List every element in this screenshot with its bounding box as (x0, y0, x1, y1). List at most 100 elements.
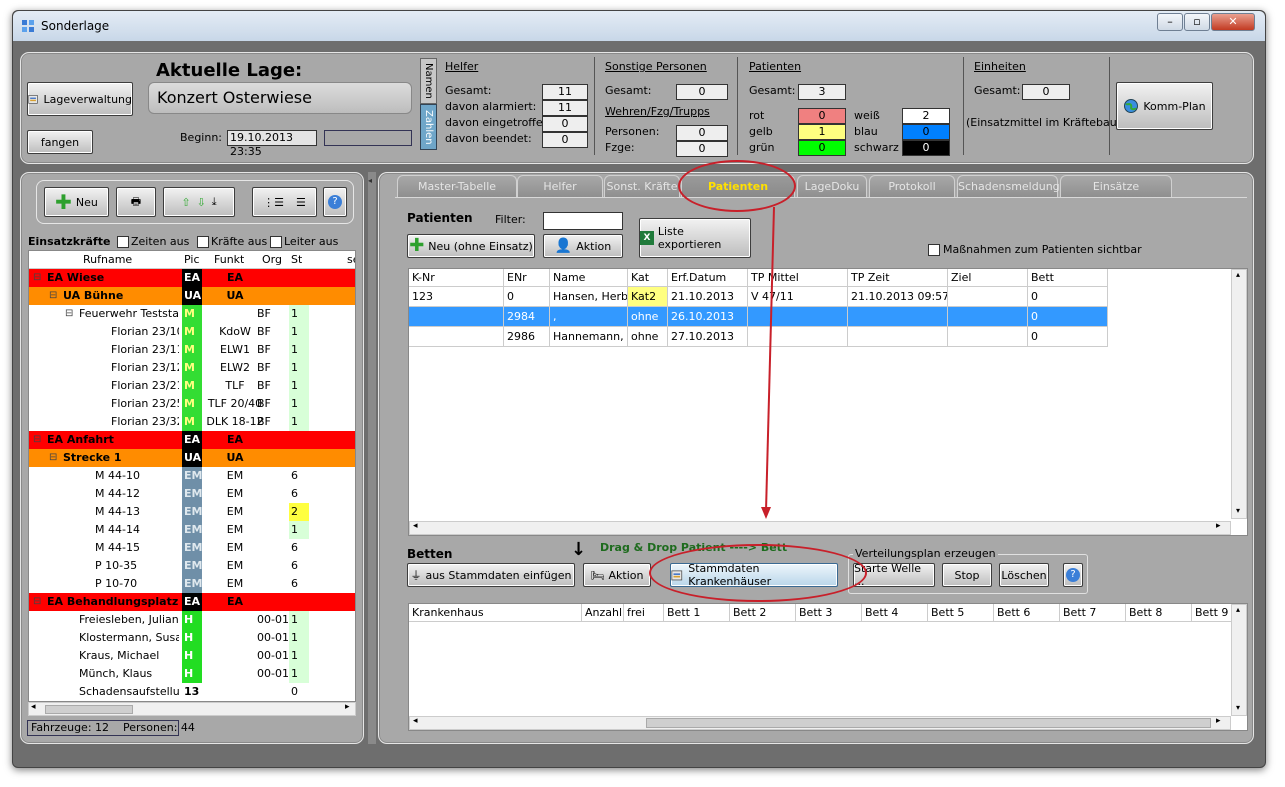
tree-row[interactable]: M 44-10 EM EM 6 (29, 467, 355, 485)
tree-row[interactable]: M 44-12 EM EM 6 (29, 485, 355, 503)
col-rufname[interactable]: Rufname (83, 251, 132, 269)
tab-lagedoku[interactable]: LageDoku (797, 175, 867, 197)
tree-row[interactable]: M 44-15 EM EM 6 (29, 539, 355, 557)
neu-button[interactable]: ✚ Neu (44, 187, 109, 217)
move-buttons[interactable]: ⇧ ⇩ ⤓ (163, 187, 235, 217)
betten-col-header[interactable]: Bett 5 (928, 604, 994, 622)
scroll-down-icon[interactable]: ▾ (1236, 506, 1240, 515)
tree-row[interactable]: ⊟ UA Bühne UA UA (29, 287, 355, 305)
scroll-right-icon[interactable]: ▸ (345, 702, 350, 712)
patienten-col-header[interactable]: TP Zeit (848, 269, 948, 287)
betten-col-header[interactable]: Bett 2 (730, 604, 796, 622)
stop-button[interactable]: Stop (942, 563, 992, 587)
komm-plan-button[interactable]: Komm-Plan (1116, 82, 1213, 130)
tree-row[interactable]: ⊟ EA Behandlungsplatz EA EA (29, 593, 355, 611)
arrow-down-icon[interactable]: ⇩ (197, 196, 206, 209)
patienten-cell-ziel[interactable] (948, 287, 1028, 307)
betten-aktion-button[interactable]: 🛏 Aktion (583, 563, 651, 587)
betten-vscrollbar[interactable]: ▴ ▾ (1231, 604, 1247, 716)
patienten-cell-name[interactable]: , (550, 307, 628, 327)
tree-row[interactable]: Freiesleben, Juliane H 00-01 1 (29, 611, 355, 629)
patienten-cell-kat[interactable]: ohne (628, 307, 668, 327)
expand-icon[interactable]: ⊟ (65, 305, 73, 323)
help-button[interactable]: ? (323, 187, 347, 217)
tree-view-buttons[interactable]: ⋮☰ ☰ (252, 187, 317, 217)
patienten-cell-enr[interactable]: 2984 (504, 307, 550, 327)
expand-icon[interactable]: ⊟ (49, 287, 57, 305)
scroll-down-icon[interactable]: ▾ (1236, 703, 1240, 712)
patienten-col-header[interactable]: Ziel (948, 269, 1028, 287)
scroll-left-icon[interactable]: ◂ (413, 521, 418, 531)
filter-input[interactable] (543, 212, 623, 230)
tree-row[interactable]: Florian 23/11 M ELW1 BF 1 (29, 341, 355, 359)
patienten-cell-kat[interactable]: Kat2 (628, 287, 668, 307)
arrow-up-icon[interactable]: ⇧ (181, 196, 190, 209)
scroll-up-icon[interactable]: ▴ (1236, 270, 1240, 279)
tree-icon[interactable]: ⋮☰ (263, 196, 284, 209)
tree-row[interactable]: ⊟ Feuerwehr TeststadtM BF 1 (29, 305, 355, 323)
list-icon[interactable]: ☰ (296, 196, 306, 209)
col-pic[interactable]: Pic (184, 251, 200, 269)
patienten-cell-ziel[interactable] (948, 327, 1028, 347)
patienten-cell-datum[interactable]: 27.10.2013 (668, 327, 748, 347)
patienten-cell-bett[interactable]: 0 (1028, 307, 1108, 327)
patienten-grid[interactable]: K-Nr ENr Name Kat Erf.Datum TP Mittel TP Zeit Z… (408, 268, 1248, 536)
patienten-col-header[interactable]: Name (550, 269, 628, 287)
betten-col-header[interactable]: Bett 6 (994, 604, 1060, 622)
betten-hscrollbar[interactable]: ◂ ▸ (409, 716, 1231, 730)
tree-row[interactable]: Florian 23/10 M KdoW BF 1 (29, 323, 355, 341)
zahlen-tab[interactable]: Zahlen (420, 104, 437, 150)
splitter[interactable]: ◂ (368, 172, 376, 744)
patienten-cell-kat[interactable]: ohne (628, 327, 668, 347)
massnahmen-checkbox[interactable] (928, 244, 940, 256)
patient-aktion-button[interactable]: 👤 Aktion (543, 234, 623, 258)
patienten-cell-ziel[interactable] (948, 307, 1028, 327)
patienten-cell-tpzeit[interactable] (848, 327, 948, 347)
tree-row[interactable]: Münch, Klaus H 00-01 1 (29, 665, 355, 683)
tree-row[interactable]: P 10-70 EM EM 6 (29, 575, 355, 593)
tab-helfer[interactable]: Helfer (517, 175, 603, 197)
patienten-cell-knr[interactable]: 123 (409, 287, 504, 307)
scroll-right-icon[interactable]: ▸ (1216, 521, 1221, 531)
scroll-right-icon[interactable]: ▸ (1216, 716, 1221, 726)
col-org[interactable]: Org (262, 251, 282, 269)
tree-row[interactable]: M 44-14 EM EM 1 (29, 521, 355, 539)
patienten-vscrollbar[interactable]: ▴ ▾ (1231, 269, 1247, 519)
patienten-cell-knr[interactable] (409, 327, 504, 347)
tree-row[interactable]: Klostermann, SusanneH 00-011 (29, 629, 355, 647)
betten-grid[interactable]: Krankenhaus Anzahl frei Bett 1 Bett 2 Bett 3B… (408, 603, 1248, 731)
tab-sonst-kr-fte[interactable]: Sonst. Kräfte (604, 175, 680, 197)
patienten-col-header[interactable]: K-Nr (409, 269, 504, 287)
minimize-button[interactable]: – (1157, 13, 1183, 31)
patienten-cell-tpzeit[interactable]: 21.10.2013 09:57 (848, 287, 948, 307)
betten-col-header[interactable]: Krankenhaus (409, 604, 582, 622)
patienten-col-header[interactable]: Bett (1028, 269, 1108, 287)
collapse-icon[interactable]: ◂ (368, 176, 372, 185)
patienten-hscrollbar[interactable]: ◂ ▸ (409, 521, 1231, 535)
close-button[interactable]: ✕ (1211, 13, 1255, 31)
loeschen-button[interactable]: Löschen (999, 563, 1049, 587)
patienten-col-header[interactable]: ENr (504, 269, 550, 287)
col-se[interactable]: se (347, 251, 355, 269)
betten-col-header[interactable]: Anzahl (582, 604, 624, 622)
patienten-col-header[interactable]: Kat (628, 269, 668, 287)
liste-exportieren-button[interactable]: X Liste exportieren (639, 218, 751, 258)
patienten-col-header[interactable]: Erf.Datum (668, 269, 748, 287)
fangen-button[interactable]: fangen (27, 130, 93, 154)
patienten-cell-enr[interactable]: 2986 (504, 327, 550, 347)
tree-row[interactable]: Florian 23/32 M DLK 18-12 BF 1 (29, 413, 355, 431)
expand-icon[interactable]: ⊟ (49, 449, 57, 467)
neu-ohne-einsatz-button[interactable]: ✚ Neu (ohne Einsatz) (407, 234, 535, 258)
betten-col-header[interactable]: Bett 8 (1126, 604, 1192, 622)
expand-icon[interactable]: ⊟ (33, 269, 41, 287)
tree-row[interactable]: Florian 23/25 M TLF 20/40 BF 1 (29, 395, 355, 413)
tree-row[interactable]: ⊟ EA Anfahrt EA EA (29, 431, 355, 449)
scroll-left-icon[interactable]: ◂ (31, 702, 36, 712)
betten-col-header[interactable]: Bett 4 (862, 604, 928, 622)
tree-row[interactable]: ⊟ EA Wiese EA EA (29, 269, 355, 287)
tree-hscrollbar[interactable]: ◂ ▸ (28, 702, 356, 716)
kraefte-aus-checkbox[interactable] (197, 236, 209, 248)
scroll-thumb[interactable] (45, 705, 133, 714)
betten-help-button[interactable]: ? (1063, 563, 1083, 587)
patienten-cell-bett[interactable]: 0 (1028, 327, 1108, 347)
